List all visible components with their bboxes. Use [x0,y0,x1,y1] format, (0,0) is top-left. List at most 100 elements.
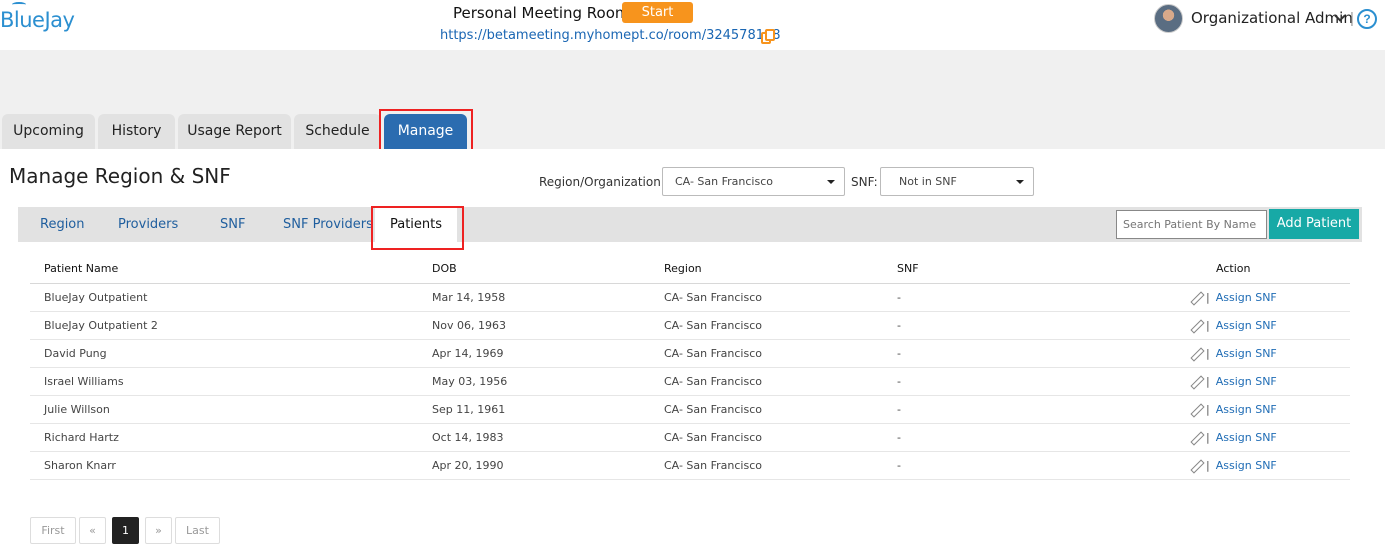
patient-dob: Nov 06, 1963 [432,319,506,332]
patient-dob: Mar 14, 1958 [432,291,506,304]
patient-name: David Pung [44,347,107,360]
header-dob[interactable]: DOB [432,253,457,284]
page-prev-button[interactable]: « [79,517,106,544]
patients-tab-highlight [371,206,464,250]
patient-region: CA- San Francisco [664,403,762,416]
edit-pencil-icon[interactable] [1190,348,1202,360]
patient-dob: Apr 20, 1990 [432,459,504,472]
region-select[interactable]: CA- San Francisco [662,167,845,196]
patient-snf: - [897,375,901,388]
patient-name: BlueJay Outpatient [44,291,148,304]
patient-name: Julie Willson [44,403,110,416]
patient-name: Richard Hartz [44,431,119,444]
assign-snf-link[interactable]: Assign SNF [1216,431,1277,444]
table-row: Julie Willson Sep 11, 1961 CA- San Franc… [30,396,1350,424]
subtab-providers[interactable]: Providers [118,207,178,242]
assign-snf-link[interactable]: Assign SNF [1216,403,1277,416]
row-actions: | Assign SNF [1190,284,1277,312]
assign-snf-link[interactable]: Assign SNF [1216,375,1277,388]
patient-region: CA- San Francisco [664,375,762,388]
page-last-button[interactable]: Last [175,517,220,544]
patients-table: Patient Name DOB Region SNF Action BlueJ… [30,253,1350,480]
patient-dob: Sep 11, 1961 [432,403,506,416]
page-title: Manage Region & SNF [9,164,231,188]
table-row: BlueJay Outpatient Mar 14, 1958 CA- San … [30,284,1350,312]
edit-pencil-icon[interactable] [1190,432,1202,444]
action-separator: | [1206,347,1210,360]
table-row: David Pung Apr 14, 1969 CA- San Francisc… [30,340,1350,368]
region-filter-label: Region/Organization: [539,175,665,189]
row-actions: | Assign SNF [1190,340,1277,368]
patient-snf: - [897,403,901,416]
patient-name: BlueJay Outpatient 2 [44,319,158,332]
patient-snf: - [897,347,901,360]
help-icon[interactable]: ? [1357,9,1377,29]
row-actions: | Assign SNF [1190,452,1277,480]
logo-text: BlueJay [0,8,75,32]
patient-region: CA- San Francisco [664,459,762,472]
table-header-row: Patient Name DOB Region SNF Action [30,253,1350,284]
top-bar: BlueJay Personal Meeting Room: Start htt… [0,0,1385,50]
patient-name: Israel Williams [44,375,124,388]
action-separator: | [1206,403,1210,416]
patient-snf: - [897,291,901,304]
snf-select-value: Not in SNF [899,175,957,188]
row-actions: | Assign SNF [1190,396,1277,424]
user-menu-name[interactable]: Organizational Admin [1191,9,1353,27]
patient-dob: Oct 14, 1983 [432,431,504,444]
header-snf[interactable]: SNF [897,253,919,284]
tab-usage-report[interactable]: Usage Report [178,114,291,149]
tab-history[interactable]: History [98,114,175,149]
patient-snf: - [897,459,901,472]
subtab-region[interactable]: Region [40,207,85,242]
subtab-snf[interactable]: SNF [220,207,245,242]
bluejay-logo[interactable]: BlueJay [0,2,75,32]
patient-snf: - [897,319,901,332]
tab-upcoming[interactable]: Upcoming [2,114,95,149]
header-patient-name[interactable]: Patient Name [44,253,118,284]
meeting-room-label: Personal Meeting Room: [453,4,635,22]
patient-region: CA- San Francisco [664,291,762,304]
edit-pencil-icon[interactable] [1190,460,1202,472]
action-separator: | [1206,431,1210,444]
snf-filter-label: SNF: [851,175,878,189]
action-separator: | [1206,291,1210,304]
manage-panel: Manage Region & SNF Region/Organization:… [0,149,1385,559]
table-row: Israel Williams May 03, 1956 CA- San Fra… [30,368,1350,396]
edit-pencil-icon[interactable] [1190,404,1202,416]
header-separator: | [1350,10,1354,27]
page-first-button[interactable]: First [30,517,76,544]
assign-snf-link[interactable]: Assign SNF [1216,459,1277,472]
avatar[interactable] [1154,4,1183,33]
patient-snf: - [897,431,901,444]
room-url-link[interactable]: https://betameeting.myhomept.co/room/324… [440,28,781,43]
page-next-button[interactable]: » [145,517,172,544]
patient-region: CA- San Francisco [664,431,762,444]
patient-dob: May 03, 1956 [432,375,508,388]
page-current-button[interactable]: 1 [112,517,139,544]
search-patient-input[interactable] [1116,210,1267,239]
row-actions: | Assign SNF [1190,424,1277,452]
table-row: Richard Hartz Oct 14, 1983 CA- San Franc… [30,424,1350,452]
row-actions: | Assign SNF [1190,312,1277,340]
action-separator: | [1206,375,1210,388]
snf-select[interactable]: Not in SNF [880,167,1034,196]
edit-pencil-icon[interactable] [1190,320,1202,332]
tab-schedule[interactable]: Schedule [294,114,381,149]
table-row: BlueJay Outpatient 2 Nov 06, 1963 CA- Sa… [30,312,1350,340]
table-row: Sharon Knarr Apr 20, 1990 CA- San Franci… [30,452,1350,480]
row-actions: | Assign SNF [1190,368,1277,396]
subtab-snf-providers[interactable]: SNF Providers [283,207,373,242]
manage-tab-highlight [379,109,473,154]
assign-snf-link[interactable]: Assign SNF [1216,291,1277,304]
start-meeting-button[interactable]: Start [622,2,693,23]
region-select-value: CA- San Francisco [675,175,773,188]
assign-snf-link[interactable]: Assign SNF [1216,319,1277,332]
header-region[interactable]: Region [664,253,702,284]
edit-pencil-icon[interactable] [1190,292,1202,304]
add-patient-button[interactable]: Add Patient [1269,209,1359,239]
copy-icon[interactable] [761,29,776,45]
edit-pencil-icon[interactable] [1190,376,1202,388]
caret-down-icon [827,180,835,184]
assign-snf-link[interactable]: Assign SNF [1216,347,1277,360]
